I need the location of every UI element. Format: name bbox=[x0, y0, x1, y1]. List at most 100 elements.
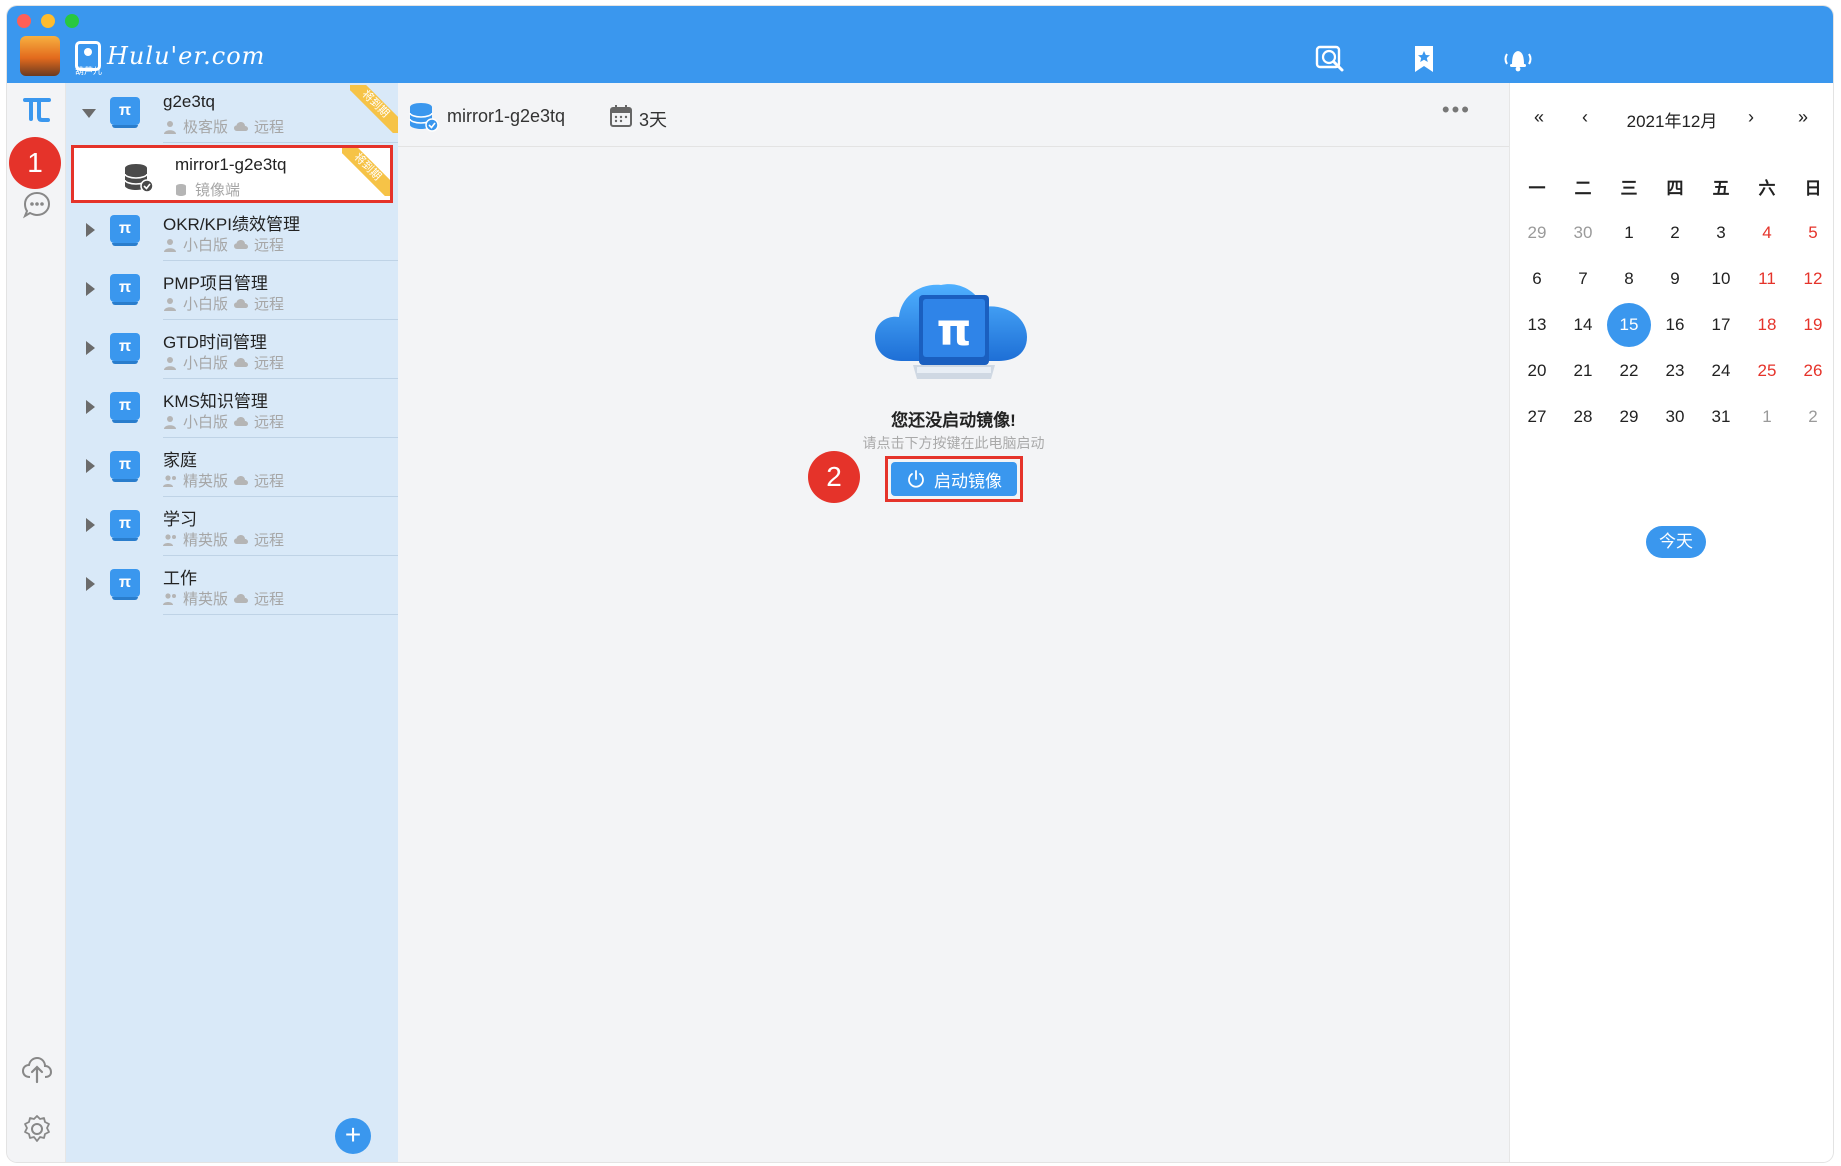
calendar-day[interactable]: 10 bbox=[1698, 259, 1744, 299]
tree-item-location: 远程 bbox=[254, 355, 285, 372]
calendar-day[interactable]: 23 bbox=[1652, 351, 1698, 391]
expand-arrow-icon[interactable] bbox=[86, 223, 95, 237]
tree-item-work[interactable]: π 工作 精英版 远程 bbox=[66, 557, 398, 615]
calendar-day[interactable]: 11 bbox=[1744, 259, 1790, 299]
calendar-day[interactable]: 9 bbox=[1652, 259, 1698, 299]
minimize-window-button[interactable] bbox=[41, 14, 55, 28]
calendar-day[interactable]: 21 bbox=[1560, 351, 1606, 391]
add-project-button[interactable]: + bbox=[335, 1118, 371, 1154]
calendar-day[interactable]: 2 bbox=[1652, 213, 1698, 253]
calendar-day[interactable]: 5 bbox=[1790, 213, 1833, 253]
expand-arrow-icon[interactable] bbox=[86, 400, 95, 414]
more-options-button[interactable]: ••• bbox=[1442, 97, 1471, 123]
expand-arrow-icon[interactable] bbox=[86, 518, 95, 532]
tree-item-kms[interactable]: π KMS知识管理 小白版 远程 bbox=[66, 380, 398, 438]
calendar-day[interactable]: 18 bbox=[1744, 305, 1790, 345]
pi-project-icon: π bbox=[110, 333, 140, 364]
calendar-day[interactable]: 3 bbox=[1698, 213, 1744, 253]
calendar-day[interactable]: 29 bbox=[1606, 397, 1652, 437]
tree-item-location: 远程 bbox=[254, 473, 285, 490]
calendar-day[interactable]: 30 bbox=[1560, 213, 1606, 253]
tree-item-edition: 小白版 bbox=[183, 414, 229, 431]
cloud-upload-icon[interactable] bbox=[17, 1049, 57, 1089]
calendar-day[interactable]: 1 bbox=[1606, 213, 1652, 253]
empty-state-title: 您还没启动镜像! bbox=[891, 411, 1016, 430]
cloud-icon bbox=[234, 298, 249, 308]
chat-icon[interactable] bbox=[17, 185, 57, 225]
calendar-day[interactable]: 26 bbox=[1790, 351, 1833, 391]
main-header: mirror1-g2e3tq 3天 ••• bbox=[398, 83, 1509, 147]
calendar-day[interactable]: 6 bbox=[1514, 259, 1560, 299]
tree-item-study[interactable]: π 学习 精英版 远程 bbox=[66, 498, 398, 556]
pi-project-icon: π bbox=[110, 274, 140, 305]
calendar-day[interactable]: 28 bbox=[1560, 397, 1606, 437]
bookmark-star-icon[interactable] bbox=[1407, 42, 1441, 76]
user-group-icon bbox=[163, 592, 176, 605]
settings-gear-icon[interactable] bbox=[17, 1109, 57, 1149]
weekday-fri: 五 bbox=[1712, 179, 1730, 198]
tree-item-family[interactable]: π 家庭 精英版 远程 bbox=[66, 439, 398, 497]
tree-item-name: GTD时间管理 bbox=[163, 333, 267, 352]
tree-item-meta: 精英版 远程 bbox=[163, 470, 284, 491]
calendar-day[interactable]: 14 bbox=[1560, 305, 1606, 345]
calendar-day[interactable]: 17 bbox=[1698, 305, 1744, 345]
tree-item-location: 远程 bbox=[254, 591, 285, 608]
bell-icon[interactable] bbox=[1501, 42, 1535, 76]
divider bbox=[163, 260, 398, 261]
user-avatar[interactable] bbox=[20, 36, 60, 76]
calendar-day[interactable]: 20 bbox=[1514, 351, 1560, 391]
tree-item-name: 家庭 bbox=[163, 451, 197, 470]
calendar-day[interactable]: 27 bbox=[1514, 397, 1560, 437]
calendar-day[interactable]: 1 bbox=[1744, 397, 1790, 437]
tree-item-gtd[interactable]: π GTD时间管理 小白版 远程 bbox=[66, 321, 398, 379]
calendar-day[interactable]: 12 bbox=[1790, 259, 1833, 299]
start-mirror-label: 启动镜像 bbox=[934, 471, 1002, 491]
calendar-day[interactable]: 4 bbox=[1744, 213, 1790, 253]
tree-item-mirror1-g2e3tq[interactable]: mirror1-g2e3tq 镜像端 将到期 bbox=[71, 145, 393, 203]
calendar-month-title: 2021年12月 bbox=[1626, 112, 1718, 131]
weekday-wed: 三 bbox=[1620, 179, 1638, 198]
step-badge-2: 2 bbox=[808, 451, 860, 503]
pi-project-icon[interactable] bbox=[17, 89, 57, 129]
database-icon bbox=[409, 103, 439, 132]
expand-arrow-icon[interactable] bbox=[86, 577, 95, 591]
project-tree: π g2e3tq 极客版 远程 将到期 mirror1-g2e3tq 镜像端 将… bbox=[66, 83, 398, 1162]
calendar-day[interactable]: 2 bbox=[1790, 397, 1833, 437]
calendar-day[interactable]: 7 bbox=[1560, 259, 1606, 299]
expand-arrow-icon[interactable] bbox=[86, 341, 95, 355]
next-month-button[interactable]: › bbox=[1748, 107, 1754, 128]
start-mirror-button[interactable]: 启动镜像 bbox=[891, 462, 1017, 496]
tree-item-okr-kpi[interactable]: π OKR/KPI绩效管理 小白版 远程 bbox=[66, 203, 398, 261]
today-button[interactable]: 今天 bbox=[1646, 526, 1706, 558]
calendar-day[interactable]: 31 bbox=[1698, 397, 1744, 437]
calendar-day[interactable]: 29 bbox=[1514, 213, 1560, 253]
calendar-day-today[interactable]: 15 bbox=[1606, 303, 1652, 347]
collapse-arrow-icon[interactable] bbox=[82, 109, 96, 118]
calendar-day[interactable]: 30 bbox=[1652, 397, 1698, 437]
next-year-button[interactable]: » bbox=[1798, 107, 1808, 128]
zoom-window-button[interactable] bbox=[65, 14, 79, 28]
cloud-icon bbox=[234, 357, 249, 367]
pi-project-icon: π bbox=[110, 215, 140, 246]
search-globe-icon[interactable] bbox=[1313, 42, 1347, 76]
calendar-day[interactable]: 19 bbox=[1790, 305, 1833, 345]
expand-arrow-icon[interactable] bbox=[86, 459, 95, 473]
tree-item-location: 远程 bbox=[254, 296, 285, 313]
expand-arrow-icon[interactable] bbox=[86, 282, 95, 296]
calendar-day[interactable]: 25 bbox=[1744, 351, 1790, 391]
calendar-day[interactable]: 24 bbox=[1698, 351, 1744, 391]
calendar-day[interactable]: 22 bbox=[1606, 351, 1652, 391]
calendar-day[interactable]: 13 bbox=[1514, 305, 1560, 345]
tree-item-edition: 极客版 bbox=[183, 119, 229, 136]
tree-item-name: PMP项目管理 bbox=[163, 274, 268, 293]
database-icon bbox=[124, 164, 154, 193]
calendar-day[interactable]: 16 bbox=[1652, 305, 1698, 345]
tree-item-meta: 镜像端 bbox=[175, 179, 240, 200]
divider bbox=[163, 614, 398, 615]
close-window-button[interactable] bbox=[17, 14, 31, 28]
tree-item-g2e3tq[interactable]: π g2e3tq 极客版 远程 将到期 bbox=[66, 85, 398, 143]
tree-item-location: 远程 bbox=[254, 119, 285, 136]
calendar-day[interactable]: 8 bbox=[1606, 259, 1652, 299]
mirror-title: mirror1-g2e3tq bbox=[447, 106, 566, 126]
tree-item-pmp[interactable]: π PMP项目管理 小白版 远程 bbox=[66, 262, 398, 320]
